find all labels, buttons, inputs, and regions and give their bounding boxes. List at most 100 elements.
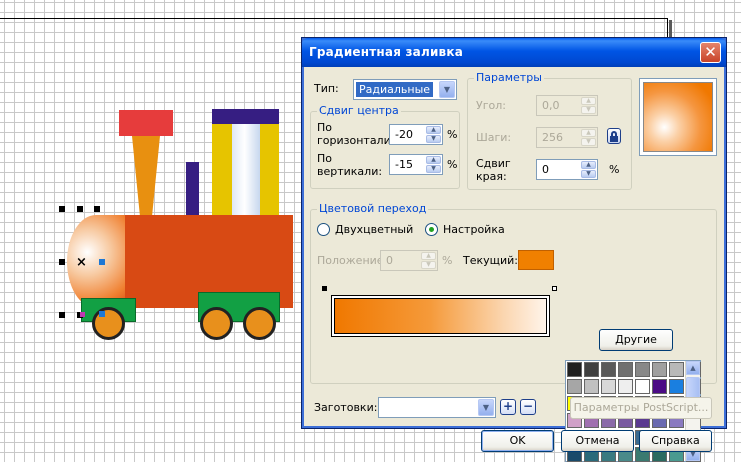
gradient-start-handle[interactable]: [80, 312, 85, 317]
custom-label[interactable]: Настройка: [443, 223, 505, 236]
gradient-fill-dialog: Градиентная заливка ✕ Тип: Радиальные ▼ …: [301, 37, 727, 462]
spin-down-icon: ▼: [581, 106, 596, 114]
wheel-rear[interactable]: [243, 307, 276, 340]
type-selected-value: Радиальные: [356, 82, 434, 97]
parameters-group: Параметры Угол: 0,0 ▲ ▼ Шаги: 256 ▲ ▼ Сдви…: [467, 71, 632, 190]
help-button[interactable]: Справка: [639, 430, 712, 452]
spin-down-icon: ▼: [421, 261, 436, 269]
scroll-up-icon[interactable]: ▲: [686, 361, 700, 375]
two-color-label[interactable]: Двухцветный: [335, 223, 413, 236]
gradient-start-marker[interactable]: [322, 286, 327, 291]
edge-pad-input[interactable]: 0 ▲ ▼: [536, 159, 598, 180]
two-color-radio[interactable]: [317, 223, 330, 236]
chevron-down-icon[interactable]: ▼: [439, 81, 455, 98]
vertical-label: По вертикали:: [317, 152, 383, 178]
scroll-thumb[interactable]: [686, 377, 700, 399]
add-preset-button[interactable]: +: [500, 399, 516, 415]
palette-swatch[interactable]: [618, 379, 633, 394]
palette-swatch[interactable]: [652, 379, 667, 394]
custom-radio[interactable]: [425, 223, 438, 236]
gradient-preview-swatch: [643, 82, 713, 152]
angle-label: Угол:: [476, 99, 506, 112]
palette-swatch[interactable]: [652, 362, 667, 377]
lock-icon[interactable]: [607, 128, 621, 144]
gradient-bar[interactable]: [331, 295, 550, 337]
palette-swatch[interactable]: [567, 362, 582, 377]
palette-swatch[interactable]: [584, 379, 599, 394]
spin-down-icon: ▼: [581, 138, 596, 146]
vertical-percent: %: [447, 158, 458, 171]
palette-swatch[interactable]: [601, 379, 616, 394]
gradient-bar-fill: [334, 298, 547, 334]
vertical-offset-input[interactable]: -15 ▲ ▼: [389, 154, 443, 175]
dialog-client: Тип: Радиальные ▼ Сдвиг центра По горизон…: [306, 67, 722, 462]
center-marker: ×: [76, 255, 87, 270]
steps-label: Шаги:: [476, 131, 512, 144]
spin-down-icon[interactable]: ▼: [581, 170, 596, 178]
palette-swatch[interactable]: [635, 379, 650, 394]
spin-up-icon[interactable]: ▲: [581, 161, 596, 169]
palette-swatch[interactable]: [601, 362, 616, 377]
center-offset-legend: Сдвиг центра: [317, 104, 401, 117]
spin-down-icon[interactable]: ▼: [426, 165, 441, 173]
position-label: Положение:: [317, 254, 388, 267]
palette-swatch[interactable]: [635, 362, 650, 377]
selection-handle[interactable]: [94, 206, 100, 212]
presets-label: Заготовки:: [314, 401, 378, 414]
edge-pad-label: Сдвиг края:: [476, 157, 511, 183]
current-color-swatch[interactable]: [518, 250, 554, 270]
steps-input[interactable]: 256 ▲ ▼: [536, 127, 598, 148]
steam-pipe[interactable]: [186, 162, 199, 215]
close-icon: ✕: [704, 43, 717, 61]
wheel-front[interactable]: [92, 307, 125, 340]
spin-up-icon[interactable]: ▲: [426, 126, 441, 134]
palette-swatch[interactable]: [618, 362, 633, 377]
current-color-label: Текущий:: [463, 254, 519, 267]
position-input[interactable]: 0 ▲ ▼: [380, 250, 438, 271]
other-colors-button[interactable]: Другие: [599, 329, 673, 351]
palette-swatch[interactable]: [669, 362, 684, 377]
gradient-end-marker[interactable]: [552, 286, 557, 291]
spin-up-icon[interactable]: ▲: [426, 156, 441, 164]
selection-handle[interactable]: [59, 206, 65, 212]
selection-handle[interactable]: [59, 259, 65, 265]
color-transition-group: Цветовой переход Двухцветный Настройка П…: [310, 202, 717, 462]
palette-swatch[interactable]: [567, 379, 582, 394]
spin-down-icon[interactable]: ▼: [426, 135, 441, 143]
horizontal-offset-input[interactable]: -20 ▲ ▼: [389, 124, 443, 145]
center-offset-group: Сдвиг центра По горизонтали: -20 ▲ ▼ % По в…: [310, 104, 460, 189]
wheel-middle[interactable]: [200, 307, 233, 340]
postscript-options-button[interactable]: Параметры PostScript...: [570, 397, 712, 419]
cancel-button[interactable]: Отмена: [561, 430, 634, 452]
color-transition-legend: Цветовой переход: [317, 202, 429, 215]
type-select[interactable]: Радиальные ▼: [353, 79, 457, 100]
spin-up-icon: ▲: [421, 252, 436, 260]
selection-handle[interactable]: [59, 312, 65, 318]
dialog-titlebar[interactable]: Градиентная заливка ✕: [302, 38, 726, 67]
plus-icon: +: [502, 399, 514, 413]
palette-swatch[interactable]: [669, 379, 684, 394]
horizontal-label: По горизонтали:: [317, 121, 395, 147]
gradient-end-handle[interactable]: [99, 311, 105, 317]
cab-window: [232, 124, 260, 215]
horizontal-percent: %: [447, 128, 458, 141]
spin-up-icon: ▲: [581, 97, 596, 105]
dialog-title: Градиентная заливка: [309, 45, 463, 59]
cab-roof[interactable]: [212, 109, 279, 124]
presets-select[interactable]: ▼: [378, 397, 496, 418]
type-label: Тип:: [314, 82, 339, 95]
remove-preset-button[interactable]: −: [520, 399, 536, 415]
gradient-preview[interactable]: [639, 78, 717, 156]
gradient-end-handle[interactable]: [99, 259, 105, 265]
spin-up-icon: ▲: [581, 129, 596, 137]
palette-swatch[interactable]: [584, 362, 599, 377]
close-button[interactable]: ✕: [700, 42, 721, 63]
angle-input[interactable]: 0,0 ▲ ▼: [536, 95, 598, 116]
selection-handle[interactable]: [77, 206, 83, 212]
minus-icon: −: [522, 399, 534, 413]
position-percent: %: [442, 254, 453, 267]
chevron-down-icon[interactable]: ▼: [478, 399, 494, 416]
chimney-top[interactable]: [119, 110, 173, 136]
ok-button[interactable]: OK: [481, 430, 554, 452]
parameters-legend: Параметры: [474, 71, 544, 84]
